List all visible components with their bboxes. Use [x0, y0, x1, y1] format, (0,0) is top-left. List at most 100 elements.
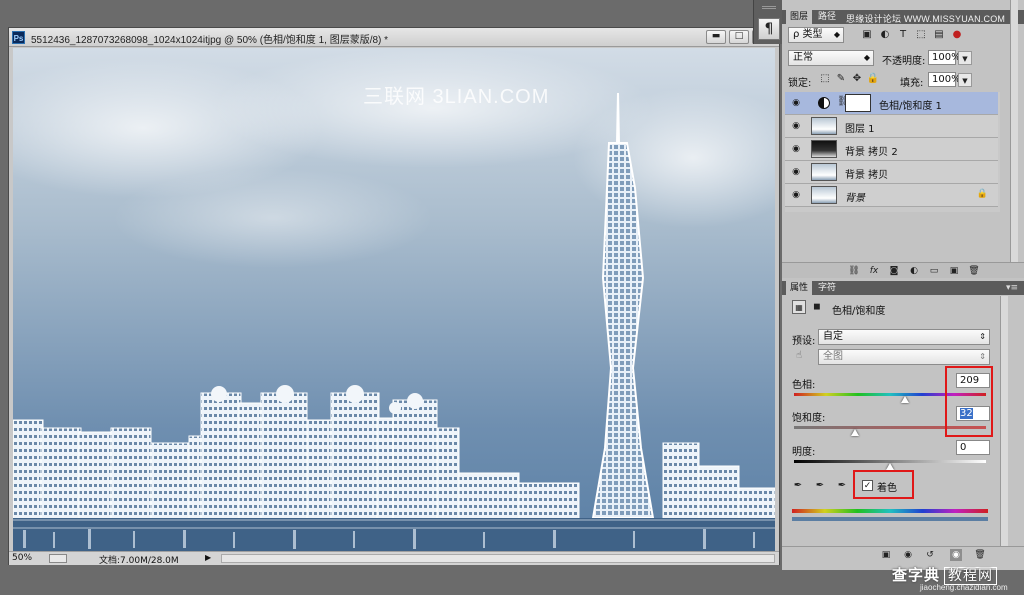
- eye-icon[interactable]: ◉: [790, 166, 802, 178]
- layer-style-icon[interactable]: fx: [868, 265, 880, 277]
- eye-icon[interactable]: ◉: [790, 120, 802, 132]
- hue-label: 色相:: [792, 380, 816, 391]
- paragraph-panel-button[interactable]: ¶: [758, 18, 780, 40]
- properties-scrollbar[interactable]: [1000, 296, 1008, 548]
- footer-logo: 查字典 教程网: [892, 564, 998, 585]
- minimize-button[interactable]: ▬: [706, 30, 726, 44]
- tab-properties[interactable]: 属性: [786, 281, 813, 295]
- result-color-spectrum: [792, 517, 988, 521]
- eye-icon[interactable]: ◉: [790, 189, 802, 201]
- document-size: 文档:7.00M/28.0M: [99, 556, 179, 566]
- layer-filter-value: ρ 类型: [793, 29, 823, 40]
- layer-row[interactable]: ◉ 图层 1: [785, 115, 998, 138]
- filter-type-icon[interactable]: T: [896, 28, 910, 42]
- site-watermark: 思缘设计论坛 WWW.MISSYUAN.COM: [846, 14, 1006, 24]
- new-layer-icon[interactable]: ▣: [948, 265, 960, 277]
- zoom-level[interactable]: 50%: [12, 553, 32, 563]
- layer-row[interactable]: ◉ ⛓ 色相/饱和度 1: [785, 92, 998, 115]
- layer-mask-thumbnail[interactable]: [845, 94, 871, 112]
- fill-dropdown-icon[interactable]: ▼: [958, 73, 972, 87]
- fill-label: 填充:: [900, 78, 924, 89]
- layer-thumbnail: [811, 140, 837, 158]
- layer-row[interactable]: ◉ 背景 拷贝: [785, 161, 998, 184]
- lock-pixels-icon[interactable]: ✎: [834, 72, 848, 86]
- eye-icon[interactable]: ◉: [790, 143, 802, 155]
- maximize-button[interactable]: □: [729, 30, 749, 44]
- lock-transparent-icon[interactable]: ⬚: [818, 72, 832, 86]
- add-mask-icon[interactable]: ◙: [888, 265, 900, 277]
- preset-label: 预设:: [792, 336, 816, 347]
- mask-icon[interactable]: ◼: [810, 300, 824, 314]
- view-previous-icon[interactable]: ◉: [902, 549, 914, 561]
- hue-slider-knob[interactable]: [901, 396, 910, 403]
- blend-mode-dropdown[interactable]: 正常 ◆: [788, 50, 874, 66]
- layer-name: 背景 拷贝 2: [845, 147, 898, 158]
- filter-toggle-icon[interactable]: ●: [950, 28, 964, 42]
- reset-icon[interactable]: ↺: [924, 549, 936, 561]
- opacity-dropdown-icon[interactable]: ▼: [958, 51, 972, 65]
- layer-name: 背景 拷贝: [845, 170, 889, 181]
- saturation-label: 饱和度:: [792, 413, 826, 424]
- lightness-field[interactable]: 0: [956, 440, 990, 455]
- delete-layer-icon[interactable]: 🗑: [968, 265, 980, 277]
- panel-grip[interactable]: [762, 6, 776, 9]
- image-canvas[interactable]: 三联网 3LIAN.COM: [13, 48, 775, 551]
- document-window: Ps 5512436_1287073268098_1024x1024itjpg …: [8, 27, 780, 566]
- tab-layers[interactable]: 图层: [786, 10, 813, 24]
- clip-to-layer-icon[interactable]: ▣: [880, 549, 892, 561]
- filter-adjustment-icon[interactable]: ◐: [878, 28, 892, 42]
- saturation-slider-knob[interactable]: [851, 429, 860, 436]
- channel-dropdown[interactable]: 全图 ⇕: [818, 349, 990, 365]
- visibility-icon[interactable]: ◉: [950, 549, 962, 561]
- layer-name: 图层 1: [845, 124, 875, 135]
- cityscape-image: [13, 48, 775, 551]
- document-titlebar[interactable]: Ps 5512436_1287073268098_1024x1024itjpg …: [9, 28, 779, 47]
- zoom-preview: [49, 554, 67, 563]
- fill-field[interactable]: 100%: [928, 72, 961, 87]
- colorize-checkbox[interactable]: ✓: [862, 480, 873, 491]
- opacity-field[interactable]: 100%: [928, 50, 961, 65]
- properties-footer-toolbar: ▣ ◉ ↺ ◉ 🗑: [782, 546, 1024, 562]
- lock-all-icon[interactable]: 🔒: [866, 72, 880, 86]
- new-adjustment-icon[interactable]: ◐: [908, 265, 920, 277]
- target-adjust-hand-icon[interactable]: ☝: [792, 349, 806, 363]
- tab-paths[interactable]: 路径: [814, 10, 840, 24]
- layer-name: 色相/饱和度 1: [879, 101, 942, 112]
- tab-character[interactable]: 字符: [814, 281, 840, 295]
- preset-dropdown[interactable]: 自定 ⇕: [818, 329, 990, 345]
- lock-position-icon[interactable]: ✥: [850, 72, 864, 86]
- status-menu-arrow-icon[interactable]: ▶: [205, 553, 211, 562]
- canvas-watermark: 三联网 3LIAN.COM: [363, 86, 550, 108]
- filter-smart-object-icon[interactable]: ▤: [932, 28, 946, 42]
- filter-pixel-icon[interactable]: ▣: [860, 28, 874, 42]
- horizontal-scrollbar[interactable]: [221, 554, 775, 563]
- collapsed-panel-strip: ¶: [753, 0, 782, 44]
- footer-logo-main: 查字典: [892, 566, 941, 584]
- properties-tab-row: 属性 字符 ▾≡: [782, 281, 1024, 295]
- layer-row[interactable]: ◉ 背景 🔒: [785, 184, 998, 207]
- eyedropper-icon[interactable]: ✒: [790, 478, 806, 494]
- lock-label: 锁定:: [788, 78, 812, 89]
- layers-tab-row: 图层 路径 思缘设计论坛 WWW.MISSYUAN.COM: [782, 10, 1024, 24]
- eyedropper-plus-icon[interactable]: ✒: [812, 478, 828, 494]
- lightness-slider-knob[interactable]: [886, 463, 894, 470]
- filter-shape-icon[interactable]: ⬚: [914, 28, 928, 42]
- layer-filter-dropdown[interactable]: ρ 类型 ◆: [788, 27, 844, 43]
- colorize-label: 着色: [877, 483, 897, 494]
- preset-value: 自定: [823, 331, 843, 342]
- panel-menu-icon[interactable]: ▾≡: [1006, 281, 1018, 295]
- eye-icon[interactable]: ◉: [790, 97, 802, 109]
- layer-name: 背景: [845, 193, 865, 204]
- new-group-icon[interactable]: ▭: [928, 265, 940, 277]
- link-layers-icon[interactable]: ⛓: [848, 265, 860, 277]
- layers-scrollbar[interactable]: [1010, 0, 1018, 262]
- layer-thumbnail: [811, 117, 837, 135]
- eyedropper-minus-icon[interactable]: ✒: [834, 478, 850, 494]
- layer-row[interactable]: ◉ 背景 拷贝 2: [785, 138, 998, 161]
- delete-adjustment-icon[interactable]: 🗑: [974, 549, 986, 561]
- adjustment-type-icon: ▦: [792, 300, 806, 314]
- document-title: 5512436_1287073268098_1024x1024itjpg @ 5…: [31, 35, 389, 46]
- layer-thumbnail: [811, 163, 837, 181]
- layers-footer-toolbar: ⛓ fx ◙ ◐ ▭ ▣ 🗑: [782, 262, 1024, 278]
- blend-mode-value: 正常: [793, 52, 813, 63]
